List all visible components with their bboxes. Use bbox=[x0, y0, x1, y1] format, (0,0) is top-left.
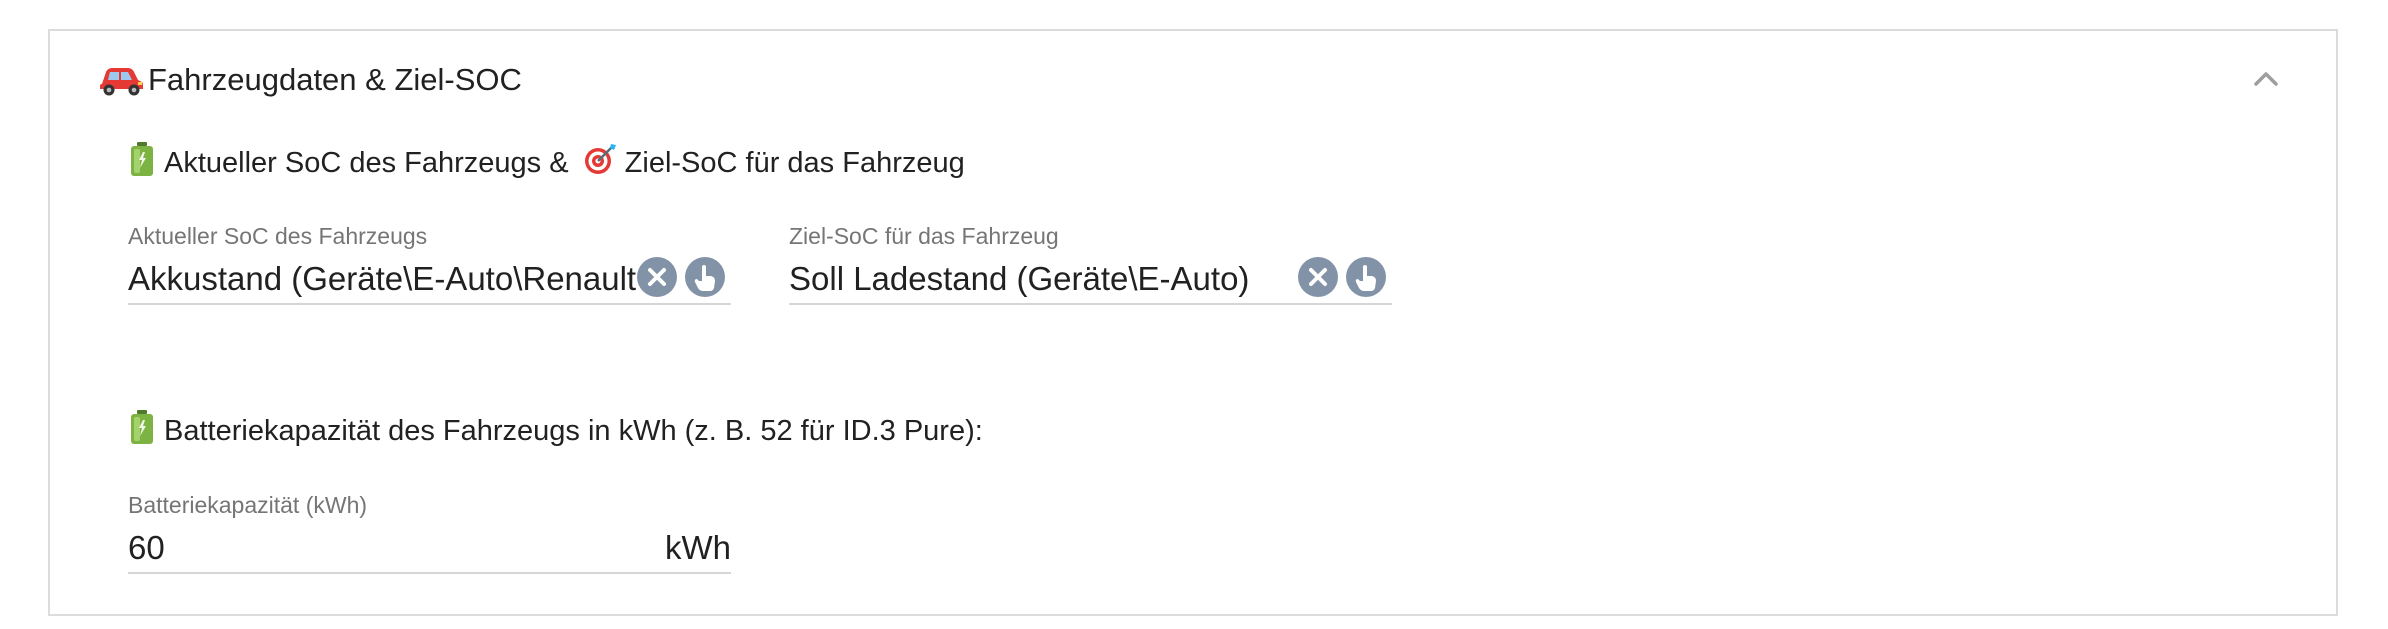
soc-section-label: Aktueller SoC des Fahrzeugs & Ziel-SoC f… bbox=[128, 141, 965, 188]
capacity-label-text: Batteriekapazität des Fahrzeugs in kWh (… bbox=[164, 415, 983, 448]
car-icon bbox=[98, 58, 144, 98]
current-soc-value[interactable]: Akkustand (Geräte\E-Auto\Renault ID.3) bbox=[128, 257, 638, 301]
battery-icon bbox=[128, 409, 156, 456]
capacity-label: Batteriekapazität (kWh) bbox=[128, 492, 368, 518]
soc-label-part2: Ziel-SoC für das Fahrzeug bbox=[624, 147, 965, 180]
current-soc-field[interactable]: Aktueller SoC des Fahrzeugs Akkustand (G… bbox=[128, 221, 731, 305]
chevron-up-icon[interactable] bbox=[2250, 64, 2282, 92]
current-soc-underline bbox=[128, 303, 731, 305]
panel-header[interactable]: Fahrzeugdaten & Ziel-SOC bbox=[50, 30, 2336, 130]
soc-label-part1: Aktueller SoC des Fahrzeugs & bbox=[164, 147, 569, 180]
clear-icon[interactable] bbox=[1298, 257, 1338, 297]
target-soc-value[interactable]: Soll Ladestand (Geräte\E-Auto) bbox=[789, 257, 1289, 301]
capacity-underline bbox=[128, 572, 731, 574]
capacity-section-label: Batteriekapazität des Fahrzeugs in kWh (… bbox=[128, 409, 983, 456]
clear-icon[interactable] bbox=[637, 257, 677, 297]
current-soc-label: Aktueller SoC des Fahrzeugs bbox=[128, 223, 428, 249]
pointer-icon[interactable] bbox=[1346, 257, 1386, 297]
capacity-unit: kWh bbox=[665, 529, 731, 566]
target-soc-underline bbox=[789, 303, 1392, 305]
pointer-icon[interactable] bbox=[685, 257, 725, 297]
battery-icon bbox=[128, 141, 156, 188]
target-soc-field[interactable]: Ziel-SoC für das Fahrzeug Soll Ladestand… bbox=[789, 221, 1392, 305]
capacity-field[interactable]: Batteriekapazität (kWh) 60 kWh bbox=[128, 490, 731, 574]
target-soc-label: Ziel-SoC für das Fahrzeug bbox=[789, 223, 1059, 249]
capacity-input[interactable]: 60 bbox=[128, 526, 528, 570]
target-icon bbox=[583, 142, 617, 187]
panel-title: Fahrzeugdaten & Ziel-SOC bbox=[148, 62, 522, 97]
